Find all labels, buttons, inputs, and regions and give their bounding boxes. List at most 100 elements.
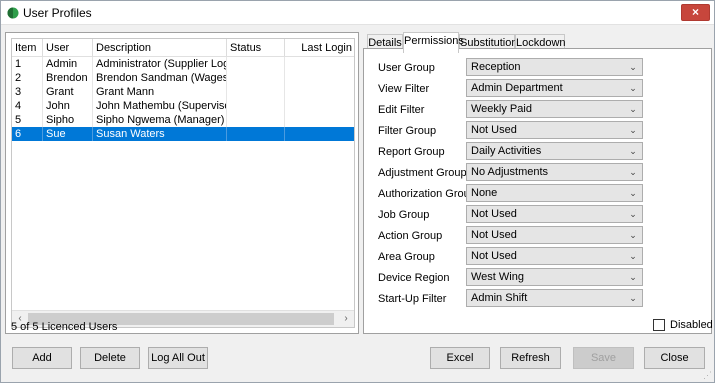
filter-group-select[interactable]: Not Used ⌄ [466, 121, 643, 139]
field-label: Area Group [378, 251, 435, 263]
table-row[interactable]: 3 Grant Grant Mann [12, 85, 354, 99]
cell-item: 1 [12, 57, 43, 71]
start-up-filter-select[interactable]: Admin Shift ⌄ [466, 289, 643, 307]
close-button[interactable]: Close [644, 347, 705, 369]
licence-count-text: 5 of 5 Licenced Users [11, 321, 118, 333]
cell-user: Sue [43, 127, 93, 141]
cell-item: 6 [12, 127, 43, 141]
users-grid: Item User Description Status Last Login … [11, 38, 355, 328]
field-label: Report Group [378, 146, 445, 158]
select-value: Not Used [471, 229, 517, 241]
permissions-panel: User Group Reception ⌄ View Filter Admin… [363, 48, 712, 334]
cell-description: Grant Mann [93, 85, 227, 99]
cell-item: 4 [12, 99, 43, 113]
chevron-down-icon: ⌄ [629, 188, 637, 198]
column-header-item[interactable]: Item [12, 39, 43, 56]
chevron-down-icon: ⌄ [629, 293, 637, 303]
job-group-select[interactable]: Not Used ⌄ [466, 205, 643, 223]
cell-last-login [285, 71, 354, 85]
cell-status [227, 113, 285, 127]
cell-description: Susan Waters [93, 127, 227, 141]
cell-item: 5 [12, 113, 43, 127]
column-header-last-login[interactable]: Last Login [285, 39, 354, 56]
grid-header: Item User Description Status Last Login [12, 39, 354, 57]
tab-permissions[interactable]: Permissions [403, 32, 464, 53]
cell-user: Brendon [43, 71, 93, 85]
adjustment-group-select[interactable]: No Adjustments ⌄ [466, 163, 643, 181]
chevron-down-icon: ⌄ [629, 104, 637, 114]
field-adjustment-group: Adjustment Group No Adjustments ⌄ [364, 163, 711, 184]
cell-description: Administrator (Supplier Login) [93, 57, 227, 71]
select-value: Weekly Paid [471, 103, 532, 115]
area-group-select[interactable]: Not Used ⌄ [466, 247, 643, 265]
cell-status [227, 127, 285, 141]
cell-status [227, 99, 285, 113]
add-button[interactable]: Add [12, 347, 72, 369]
disabled-label: Disabled [670, 319, 713, 331]
delete-button[interactable]: Delete [80, 347, 140, 369]
field-authorization-group: Authorization Group None ⌄ [364, 184, 711, 205]
refresh-button[interactable]: Refresh [500, 347, 561, 369]
log-all-out-button[interactable]: Log All Out [148, 347, 208, 369]
excel-button[interactable]: Excel [430, 347, 490, 369]
field-label: Filter Group [378, 125, 437, 137]
field-action-group: Action Group Not Used ⌄ [364, 226, 711, 247]
field-label: Job Group [378, 209, 430, 221]
report-group-select[interactable]: Daily Activities ⌄ [466, 142, 643, 160]
select-value: Admin Department [471, 82, 563, 94]
cell-last-login [285, 127, 354, 141]
select-value: Not Used [471, 250, 517, 262]
chevron-down-icon: ⌄ [629, 209, 637, 219]
table-row[interactable]: 1 Admin Administrator (Supplier Login) [12, 57, 354, 71]
select-value: Daily Activities [471, 145, 542, 157]
chevron-down-icon: ⌄ [629, 146, 637, 156]
field-area-group: Area Group Not Used ⌄ [364, 247, 711, 268]
column-header-description[interactable]: Description [93, 39, 227, 56]
select-value: Admin Shift [471, 292, 528, 304]
table-row[interactable]: 5 Sipho Sipho Ngwema (Manager) [12, 113, 354, 127]
column-header-user[interactable]: User [43, 39, 93, 56]
select-value: Reception [471, 61, 521, 73]
chevron-down-icon: ⌄ [629, 83, 637, 93]
view-filter-select[interactable]: Admin Department ⌄ [466, 79, 643, 97]
cell-description: John Mathembu (Supervisor) [93, 99, 227, 113]
window-close-button[interactable]: × [681, 4, 710, 21]
action-group-select[interactable]: Not Used ⌄ [466, 226, 643, 244]
device-region-select[interactable]: West Wing ⌄ [466, 268, 643, 286]
cell-status [227, 57, 285, 71]
cell-last-login [285, 113, 354, 127]
select-value: No Adjustments [471, 166, 549, 178]
window-title: User Profiles [23, 6, 92, 20]
field-label: Adjustment Group [378, 167, 467, 179]
cell-last-login [285, 99, 354, 113]
column-header-status[interactable]: Status [227, 39, 285, 56]
field-label: Authorization Group [378, 188, 476, 200]
field-start-up-filter: Start-Up Filter Admin Shift ⌄ [364, 289, 711, 310]
chevron-down-icon: ⌄ [629, 272, 637, 282]
users-panel: Item User Description Status Last Login … [5, 32, 359, 334]
field-report-group: Report Group Daily Activities ⌄ [364, 142, 711, 163]
cell-item: 3 [12, 85, 43, 99]
field-label: Device Region [378, 272, 450, 284]
disabled-checkbox[interactable] [653, 319, 665, 331]
cell-last-login [285, 57, 354, 71]
field-filter-group: Filter Group Not Used ⌄ [364, 121, 711, 142]
scroll-right-icon[interactable]: › [338, 311, 354, 327]
resize-grip-icon[interactable]: ⋰ [702, 370, 712, 380]
table-row[interactable]: 2 Brendon Brendon Sandman (Wages) [12, 71, 354, 85]
field-job-group: Job Group Not Used ⌄ [364, 205, 711, 226]
field-label: Edit Filter [378, 104, 425, 116]
cell-user: John [43, 99, 93, 113]
field-device-region: Device Region West Wing ⌄ [364, 268, 711, 289]
table-row-selected[interactable]: 6 Sue Susan Waters [12, 127, 354, 141]
field-label: User Group [378, 62, 435, 74]
user-group-select[interactable]: Reception ⌄ [466, 58, 643, 76]
edit-filter-select[interactable]: Weekly Paid ⌄ [466, 100, 643, 118]
field-edit-filter: Edit Filter Weekly Paid ⌄ [364, 100, 711, 121]
authorization-group-select[interactable]: None ⌄ [466, 184, 643, 202]
table-row[interactable]: 4 John John Mathembu (Supervisor) [12, 99, 354, 113]
cell-user: Grant [43, 85, 93, 99]
field-label: Start-Up Filter [378, 293, 447, 305]
save-button[interactable]: Save [573, 347, 634, 369]
cell-user: Admin [43, 57, 93, 71]
